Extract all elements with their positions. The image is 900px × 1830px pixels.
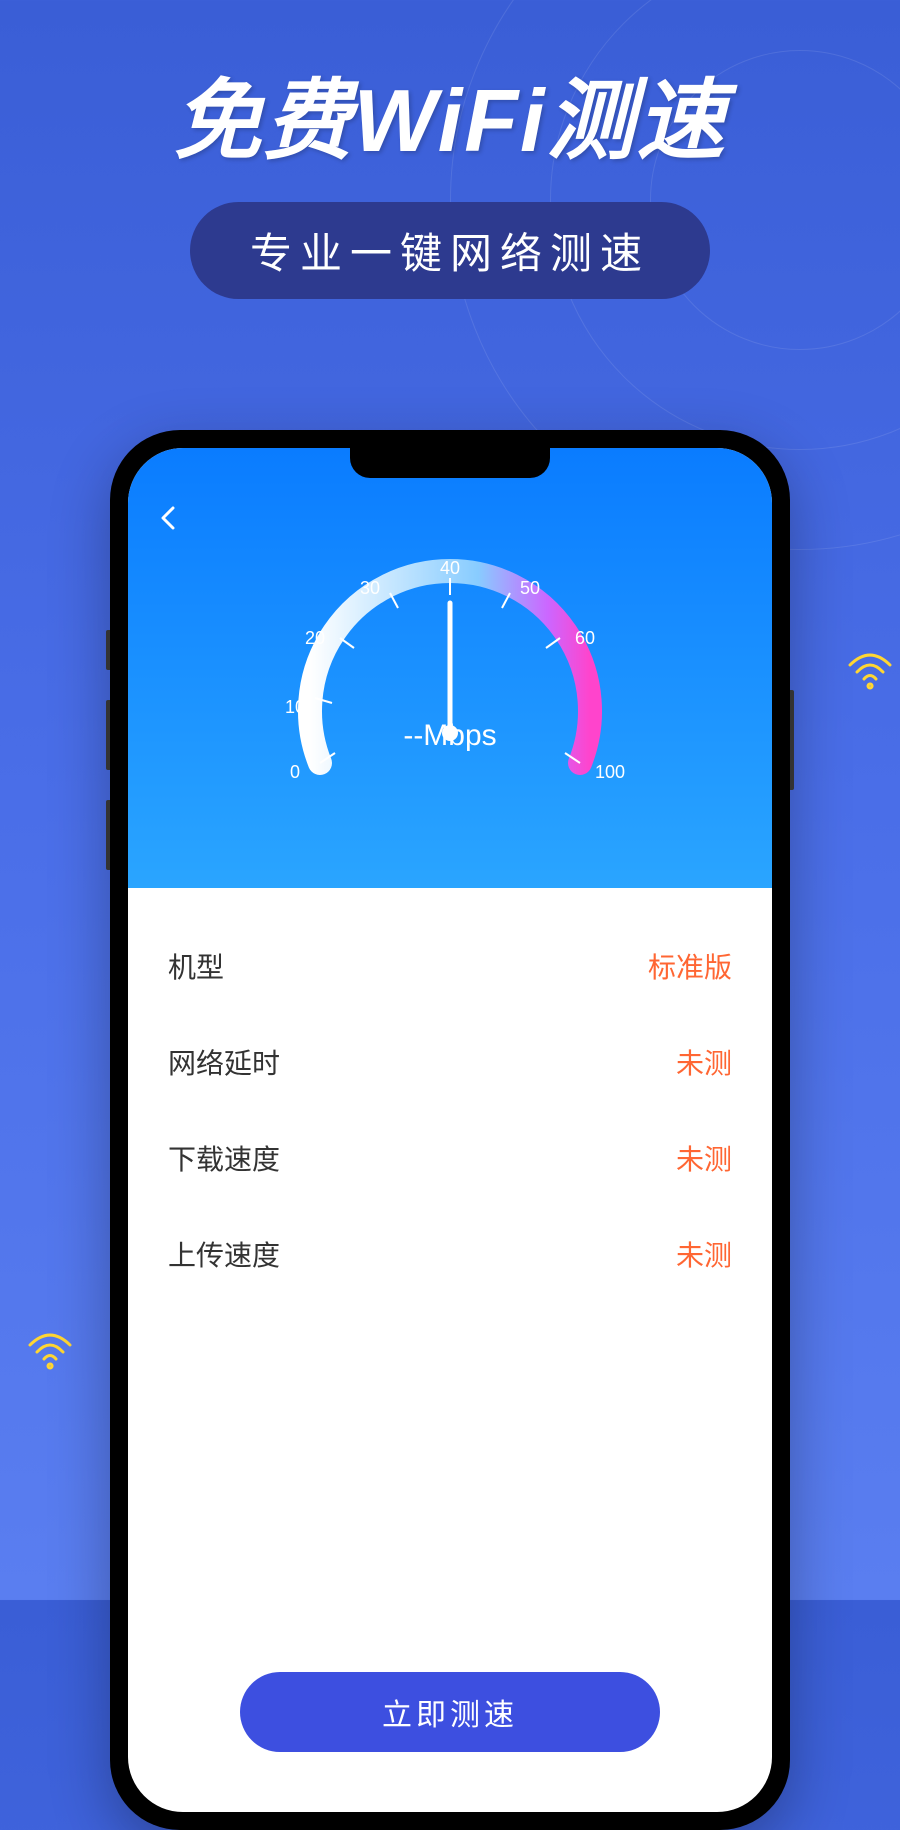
info-row-download: 下载速度 未测 bbox=[168, 1110, 732, 1206]
info-label: 网络延时 bbox=[168, 1042, 280, 1082]
gauge-tick-20: 20 bbox=[305, 628, 325, 649]
wifi-icon bbox=[25, 1320, 75, 1370]
gauge-tick-30: 30 bbox=[360, 578, 380, 599]
promo-header: 免费WiFi测速 专业一键网络测速 bbox=[0, 0, 900, 299]
info-value: 标准版 bbox=[648, 946, 732, 986]
gauge-tick-10: 10 bbox=[285, 697, 305, 718]
back-button[interactable] bbox=[158, 503, 178, 541]
gauge-tick-100: 100 bbox=[595, 762, 625, 783]
info-label: 下载速度 bbox=[168, 1138, 280, 1178]
phone-notch bbox=[350, 448, 550, 478]
phone-side-buttons bbox=[106, 630, 110, 900]
info-label: 上传速度 bbox=[168, 1234, 280, 1274]
start-speedtest-button[interactable]: 立即测速 bbox=[240, 1672, 660, 1752]
speed-gauge: 0 10 20 30 40 50 60 100 --Mbps bbox=[260, 533, 640, 813]
gauge-tick-40: 40 bbox=[440, 558, 460, 579]
wifi-icon bbox=[845, 640, 895, 690]
phone-mockup-frame: 0 10 20 30 40 50 60 100 --Mbps 机型 标准版 网络… bbox=[110, 430, 790, 1830]
subtitle-pill: 专业一键网络测速 bbox=[190, 202, 710, 299]
gauge-tick-0: 0 bbox=[290, 762, 300, 783]
gauge-value-text: --Mbps bbox=[403, 719, 496, 753]
info-row-latency: 网络延时 未测 bbox=[168, 1014, 732, 1110]
info-row-upload: 上传速度 未测 bbox=[168, 1206, 732, 1302]
app-gauge-section: 0 10 20 30 40 50 60 100 --Mbps bbox=[128, 448, 772, 888]
info-value: 未测 bbox=[676, 1042, 732, 1082]
gauge-tick-60: 60 bbox=[575, 628, 595, 649]
phone-power-button bbox=[790, 690, 794, 790]
phone-screen: 0 10 20 30 40 50 60 100 --Mbps 机型 标准版 网络… bbox=[128, 448, 772, 1812]
chevron-left-icon bbox=[158, 503, 178, 533]
info-value: 未测 bbox=[676, 1138, 732, 1178]
info-label: 机型 bbox=[168, 946, 224, 986]
main-title: 免费WiFi测速 bbox=[0, 50, 900, 177]
info-row-model: 机型 标准版 bbox=[168, 918, 732, 1014]
gauge-tick-50: 50 bbox=[520, 578, 540, 599]
info-value: 未测 bbox=[676, 1234, 732, 1274]
info-list: 机型 标准版 网络延时 未测 下载速度 未测 上传速度 未测 bbox=[128, 888, 772, 1332]
